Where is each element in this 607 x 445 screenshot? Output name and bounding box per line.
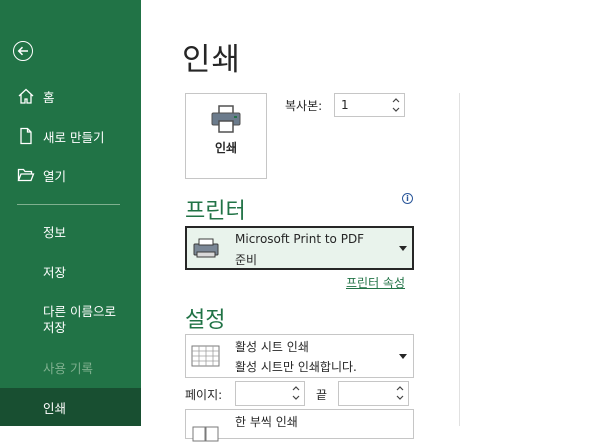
sidebar-item-label: 열기 <box>43 168 67 184</box>
pages-label: 페이지: <box>185 388 223 402</box>
print-what-title: 활성 시트 인쇄 <box>235 340 309 354</box>
home-icon <box>18 88 34 104</box>
collate-dropdown[interactable]: 한 부씩 인쇄 <box>185 409 414 442</box>
sidebar-item-label: 새로 만들기 <box>43 129 105 145</box>
sidebar-divider <box>17 204 120 205</box>
sidebar-item-label: 다른 이름으로 저장 <box>43 304 116 335</box>
sidebar-item-label: 사용 기록 <box>43 360 93 376</box>
copies-label: 복사본: <box>285 99 323 113</box>
backstage-sidebar: 홈 새로 만들기 열기 정보 저장 다른 이름으로 저장 사용 기록 인쇄 <box>0 0 141 426</box>
pages-from-stepper[interactable] <box>235 381 305 406</box>
sheet-grid-icon <box>191 345 220 367</box>
sidebar-item-new[interactable]: 새로 만들기 <box>0 116 141 156</box>
sidebar-item-print[interactable]: 인쇄 <box>0 388 141 426</box>
pages-to-stepper[interactable] <box>338 381 409 406</box>
spin-arrows-icon[interactable] <box>396 384 404 402</box>
sidebar-item-label: 인쇄 <box>43 400 67 416</box>
sidebar-item-save[interactable]: 저장 <box>0 251 141 291</box>
print-what-description: 활성 시트만 인쇄합니다. <box>235 360 357 374</box>
sidebar-item-history: 사용 기록 <box>0 347 141 387</box>
chevron-down-icon <box>399 246 407 251</box>
printer-properties-link[interactable]: 프린터 속성 <box>346 274 405 291</box>
sidebar-item-label: 홈 <box>43 89 55 105</box>
sidebar-item-save-as[interactable]: 다른 이름으로 저장 <box>0 296 141 344</box>
sidebar-item-home[interactable]: 홈 <box>0 76 141 116</box>
info-icon[interactable]: i <box>402 193 413 204</box>
printer-status: 준비 <box>235 253 258 267</box>
print-what-dropdown[interactable]: 활성 시트 인쇄 활성 시트만 인쇄합니다. <box>185 334 414 378</box>
sidebar-item-label: 정보 <box>43 224 67 240</box>
sidebar-item-label: 저장 <box>43 264 67 280</box>
chevron-down-icon <box>399 354 407 359</box>
preview-separator <box>459 93 460 426</box>
printer-device-icon <box>193 238 219 258</box>
printer-section-title: 프린터 <box>185 199 246 224</box>
copies-stepper[interactable]: 1 <box>334 93 405 117</box>
sidebar-item-info[interactable]: 정보 <box>0 211 141 251</box>
printer-name: Microsoft Print to PDF <box>235 232 365 246</box>
sidebar-item-open[interactable]: 열기 <box>0 155 141 195</box>
collate-title: 한 부씩 인쇄 <box>235 415 298 429</box>
collate-pages-icon <box>192 426 219 442</box>
printer-dropdown[interactable]: Microsoft Print to PDF 준비 <box>185 226 414 270</box>
print-button-label: 인쇄 <box>214 141 238 155</box>
copies-value: 1 <box>341 98 349 112</box>
printer-icon <box>211 105 241 133</box>
new-document-icon <box>20 127 32 145</box>
print-button[interactable]: 인쇄 <box>185 93 267 179</box>
folder-open-icon <box>17 168 35 182</box>
spin-arrows-icon[interactable] <box>292 384 300 402</box>
page-title: 인쇄 <box>182 42 242 78</box>
back-arrow-icon[interactable] <box>13 41 33 61</box>
pages-end-label: 끝 <box>316 388 328 402</box>
settings-section-title: 설정 <box>185 308 226 333</box>
spin-arrows-icon[interactable] <box>392 96 400 114</box>
